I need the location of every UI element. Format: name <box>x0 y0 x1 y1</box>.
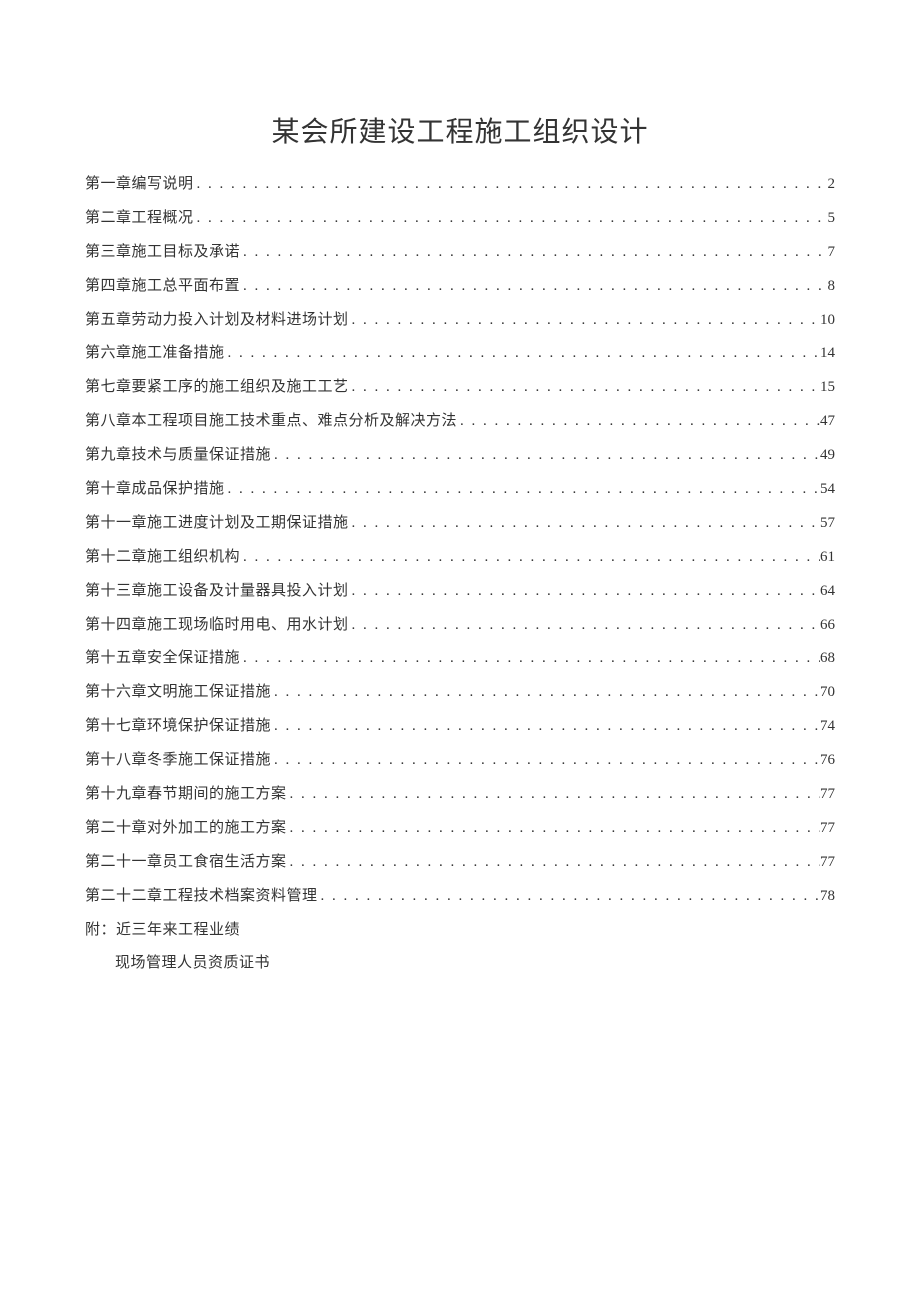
toc-page: 5 <box>828 202 836 236</box>
toc-entry: 第十九章春节期间的施工方案 77 <box>85 778 835 812</box>
toc-entry: 第五章劳动力投入计划及材料进场计划 10 <box>85 304 835 338</box>
toc-entry: 第六章施工准备措施 14 <box>85 337 835 371</box>
table-of-contents: 第一章编写说明2第二章工程概况5第三章施工目标及承诺7第四章施工总平面布置8第五… <box>85 168 835 914</box>
toc-label: 第十九章春节期间的施工方案 <box>85 778 287 812</box>
toc-dots <box>457 405 820 439</box>
toc-dots <box>349 609 820 643</box>
toc-entry: 第一章编写说明 2 <box>85 168 835 202</box>
toc-label: 第十八章冬季施工保证措施 <box>85 744 271 778</box>
toc-dots <box>194 168 828 202</box>
appendix-line-2: 现场管理人员资质证书 <box>85 947 835 981</box>
toc-page: 68 <box>820 642 835 676</box>
toc-label: 第四章施工总平面布置 <box>85 270 240 304</box>
toc-label: 第五章劳动力投入计划及材料进场计划 <box>85 304 349 338</box>
toc-page: 66 <box>820 609 835 643</box>
toc-label: 第十一章施工进度计划及工期保证措施 <box>85 507 349 541</box>
toc-entry: 第十六章文明施工保证措施 70 <box>85 676 835 710</box>
toc-label: 第十章成品保护措施 <box>85 473 225 507</box>
toc-entry: 第十八章冬季施工保证措施 76 <box>85 744 835 778</box>
toc-entry: 第十章成品保护措施 54 <box>85 473 835 507</box>
toc-page: 57 <box>820 507 835 541</box>
toc-label: 第一章编写说明 <box>85 168 194 202</box>
toc-page: 77 <box>820 778 835 812</box>
toc-label: 第二十一章员工食宿生活方案 <box>85 846 287 880</box>
toc-label: 第二章工程概况 <box>85 202 194 236</box>
toc-entry: 第十五章安全保证措施 68 <box>85 642 835 676</box>
toc-entry: 第三章施工目标及承诺 7 <box>85 236 835 270</box>
toc-page: 49 <box>820 439 835 473</box>
toc-entry: 第二十章对外加工的施工方案 77 <box>85 812 835 846</box>
toc-dots <box>271 439 820 473</box>
toc-label: 第七章要紧工序的施工组织及施工工艺 <box>85 371 349 405</box>
toc-entry: 第四章施工总平面布置 8 <box>85 270 835 304</box>
toc-entry: 第十七章环境保护保证措施 74 <box>85 710 835 744</box>
appendix-line-1: 附：近三年来工程业绩 <box>85 914 835 948</box>
toc-dots <box>271 744 820 778</box>
toc-page: 70 <box>820 676 835 710</box>
toc-label: 第十六章文明施工保证措施 <box>85 676 271 710</box>
toc-label: 第十四章施工现场临时用电、用水计划 <box>85 609 349 643</box>
toc-dots <box>194 202 828 236</box>
toc-page: 7 <box>828 236 836 270</box>
toc-entry: 第八章本工程项目施工技术重点、难点分析及解决方法 47 <box>85 405 835 439</box>
toc-label: 第十三章施工设备及计量器具投入计划 <box>85 575 349 609</box>
toc-dots <box>240 642 820 676</box>
toc-label: 第十五章安全保证措施 <box>85 642 240 676</box>
toc-page: 15 <box>820 371 835 405</box>
toc-dots <box>349 507 820 541</box>
toc-entry: 第十四章施工现场临时用电、用水计划 66 <box>85 609 835 643</box>
toc-dots <box>240 270 827 304</box>
toc-page: 54 <box>820 473 835 507</box>
toc-label: 第二十章对外加工的施工方案 <box>85 812 287 846</box>
toc-label: 第十七章环境保护保证措施 <box>85 710 271 744</box>
document-title: 某会所建设工程施工组织设计 <box>85 110 835 150</box>
toc-entry: 第十二章施工组织机构 61 <box>85 541 835 575</box>
toc-dots <box>271 710 820 744</box>
toc-page: 76 <box>820 744 835 778</box>
toc-label: 第三章施工目标及承诺 <box>85 236 240 270</box>
toc-page: 77 <box>820 812 835 846</box>
toc-label: 第八章本工程项目施工技术重点、难点分析及解决方法 <box>85 405 457 439</box>
toc-page: 10 <box>820 304 835 338</box>
toc-dots <box>318 880 820 914</box>
toc-dots <box>287 778 820 812</box>
toc-page: 14 <box>820 337 835 371</box>
toc-entry: 第十三章施工设备及计量器具投入计划 64 <box>85 575 835 609</box>
toc-dots <box>240 541 820 575</box>
toc-page: 47 <box>820 405 835 439</box>
toc-label: 第九章技术与质量保证措施 <box>85 439 271 473</box>
toc-dots <box>287 812 820 846</box>
toc-page: 74 <box>820 710 835 744</box>
toc-entry: 第九章技术与质量保证措施 49 <box>85 439 835 473</box>
toc-dots <box>349 575 820 609</box>
toc-dots <box>225 337 820 371</box>
toc-entry: 第七章要紧工序的施工组织及施工工艺 15 <box>85 371 835 405</box>
toc-page: 2 <box>828 168 836 202</box>
toc-entry: 第二十一章员工食宿生活方案 77 <box>85 846 835 880</box>
toc-page: 77 <box>820 846 835 880</box>
toc-label: 第六章施工准备措施 <box>85 337 225 371</box>
toc-entry: 第二十二章工程技术档案资料管理 78 <box>85 880 835 914</box>
toc-entry: 第十一章施工进度计划及工期保证措施 57 <box>85 507 835 541</box>
toc-page: 8 <box>828 270 836 304</box>
toc-dots <box>287 846 820 880</box>
toc-page: 64 <box>820 575 835 609</box>
toc-dots <box>240 236 827 270</box>
toc-dots <box>271 676 820 710</box>
toc-dots <box>225 473 820 507</box>
toc-page: 78 <box>820 880 835 914</box>
toc-dots <box>349 371 820 405</box>
toc-dots <box>349 304 820 338</box>
toc-entry: 第二章工程概况 5 <box>85 202 835 236</box>
toc-label: 第二十二章工程技术档案资料管理 <box>85 880 318 914</box>
toc-page: 61 <box>820 541 835 575</box>
toc-label: 第十二章施工组织机构 <box>85 541 240 575</box>
